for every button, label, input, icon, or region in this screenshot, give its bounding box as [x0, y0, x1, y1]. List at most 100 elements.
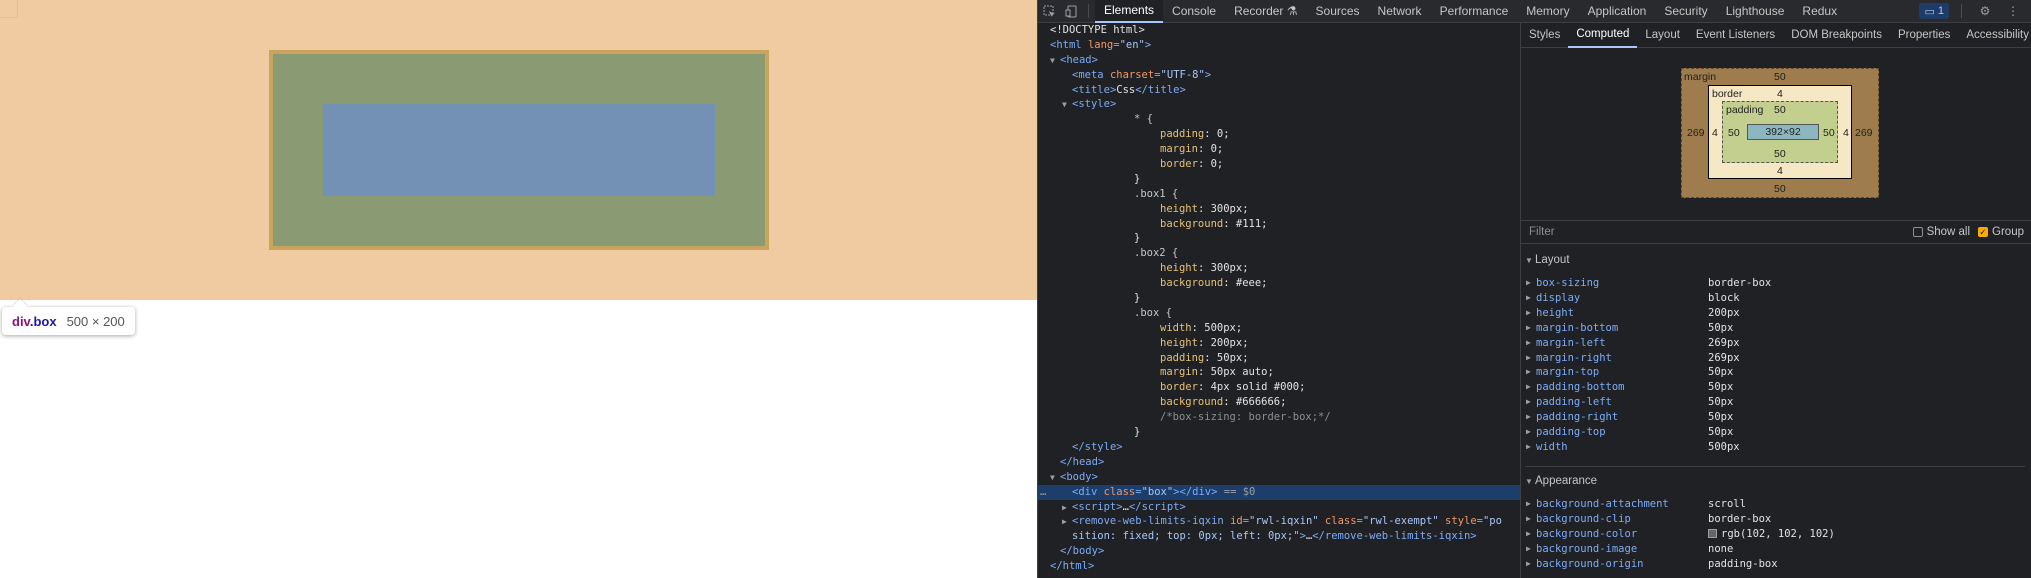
dom-line[interactable]: </body>	[1038, 544, 1520, 559]
dom-line[interactable]: </style>	[1038, 440, 1520, 455]
collapsed-triangle-icon[interactable]: ▶	[1526, 512, 1536, 527]
dom-line[interactable]: <!DOCTYPE html>	[1038, 23, 1520, 38]
computed-property-row[interactable]: ▶ height 200px	[1521, 306, 2031, 321]
tab-application[interactable]: Application	[1579, 0, 1656, 23]
tab-computed[interactable]: Computed	[1568, 23, 1638, 48]
margin-top-value[interactable]: 50	[1774, 71, 1786, 83]
padding-top-value[interactable]: 50	[1774, 104, 1786, 116]
show-all-checkbox[interactable]: Show all	[1912, 226, 1970, 238]
more-dots-icon[interactable]: …	[1040, 485, 1046, 500]
box-model-diagram[interactable]: margin 50 50 269 269 border 4 4 4 4 padd…	[1681, 68, 1879, 198]
expand-triangle-icon[interactable]: ▼	[1050, 471, 1060, 486]
collapsed-triangle-icon[interactable]: ▶	[1526, 336, 1536, 351]
filter-input[interactable]: Filter	[1521, 226, 1913, 238]
inspect-element-icon[interactable]	[1038, 0, 1060, 23]
collapsed-triangle-icon[interactable]: ▶	[1526, 351, 1536, 366]
computed-property-row[interactable]: ▶ background-image none	[1521, 542, 2031, 557]
computed-property-row[interactable]: ▶ box-sizing border-box	[1521, 276, 2031, 291]
expand-triangle-icon[interactable]: ▼	[1062, 98, 1072, 113]
collapsed-triangle-icon[interactable]: ▶	[1526, 276, 1536, 291]
collapsed-triangle-icon[interactable]: ▶	[1526, 306, 1536, 321]
appearance-section-header[interactable]: ▼ Appearance	[1521, 475, 1597, 487]
checkbox-unchecked-icon[interactable]	[1912, 227, 1923, 237]
tab-memory[interactable]: Memory	[1517, 0, 1578, 23]
issues-badge[interactable]: ▭ 1	[1919, 3, 1949, 19]
more-options-icon[interactable]: ⋮	[2002, 0, 2024, 23]
dom-line[interactable]: ▼ <head>	[1038, 53, 1520, 68]
computed-property-row[interactable]: ▶ background-color rgb(102, 102, 102)	[1521, 527, 2031, 542]
computed-property-row[interactable]: ▶ background-attachment scroll	[1521, 497, 2031, 512]
collapsed-triangle-icon[interactable]: ▶	[1526, 425, 1536, 440]
dom-line[interactable]: <html lang="en">	[1038, 38, 1520, 53]
border-top-value[interactable]: 4	[1777, 88, 1783, 100]
dom-line[interactable]: </html>	[1038, 559, 1520, 574]
dom-line[interactable]: <meta charset="UTF-8">	[1038, 68, 1520, 83]
dom-tree[interactable]: <!DOCTYPE html> <html lang="en"> ▼ <head>…	[1038, 23, 1521, 578]
computed-property-row[interactable]: ▶ padding-top 50px	[1521, 425, 2031, 440]
margin-left-value[interactable]: 269	[1687, 127, 1705, 139]
tab-styles[interactable]: Styles	[1521, 23, 1568, 48]
margin-right-value[interactable]: 269	[1855, 127, 1873, 139]
tab-performance[interactable]: Performance	[1431, 0, 1518, 23]
collapsed-triangle-icon[interactable]: ▶	[1526, 527, 1536, 542]
tab-recorder[interactable]: Recorder ⚗	[1225, 0, 1306, 23]
settings-gear-icon[interactable]: ⚙	[1974, 0, 1996, 23]
collapsed-triangle-icon[interactable]: ▶	[1526, 410, 1536, 425]
border-left-value[interactable]: 4	[1712, 127, 1718, 139]
computed-property-row[interactable]: ▶ padding-right 50px	[1521, 410, 2031, 425]
checkbox-checked-icon[interactable]: ✓	[1978, 227, 1989, 237]
computed-property-row[interactable]: ▶ display block	[1521, 291, 2031, 306]
page-viewport[interactable]: div.box 500 × 200	[0, 0, 1037, 578]
computed-property-row[interactable]: ▶ margin-bottom 50px	[1521, 321, 2031, 336]
tab-event-listeners[interactable]: Event Listeners	[1688, 23, 1783, 48]
computed-property-row[interactable]: ▶ width 500px	[1521, 440, 2031, 455]
computed-property-row[interactable]: ▶ padding-bottom 50px	[1521, 380, 2031, 395]
dom-line[interactable]: ▼ <body>	[1038, 470, 1520, 485]
computed-property-row[interactable]: ▶ padding-left 50px	[1521, 395, 2031, 410]
collapsed-triangle-icon[interactable]: ▶	[1526, 497, 1536, 512]
padding-bottom-value[interactable]: 50	[1774, 148, 1786, 160]
dom-line-selected[interactable]: … <div class="box"></div> == $0	[1038, 484, 1520, 500]
dom-line[interactable]: <title>Css</title>	[1038, 83, 1520, 98]
box-model-content[interactable]: 392×92	[1747, 124, 1819, 140]
dom-line-wrap[interactable]: sition: fixed; top: 0px; left: 0px;">…</…	[1038, 529, 1520, 544]
device-toolbar-icon[interactable]	[1060, 0, 1082, 23]
dom-line[interactable]: ▶ <remove-web-limits-iqxin id="rwl-iqxin"…	[1038, 514, 1520, 529]
margin-bottom-value[interactable]: 50	[1774, 183, 1786, 195]
tab-elements[interactable]: Elements	[1095, 0, 1164, 23]
padding-right-value[interactable]: 50	[1823, 127, 1835, 139]
computed-property-row[interactable]: ▶ margin-right 269px	[1521, 351, 2031, 366]
collapsed-triangle-icon[interactable]: ▶	[1526, 291, 1536, 306]
padding-left-value[interactable]: 50	[1728, 127, 1740, 139]
layout-section-header[interactable]: ▼ Layout	[1521, 254, 1570, 266]
color-swatch[interactable]	[1708, 528, 1717, 538]
collapsed-triangle-icon[interactable]: ▶	[1526, 365, 1536, 380]
dom-line[interactable]: ▼ <style>	[1038, 97, 1520, 112]
dom-line[interactable]: </head>	[1038, 455, 1520, 470]
tab-console[interactable]: Console	[1163, 0, 1225, 23]
tab-lighthouse[interactable]: Lighthouse	[1717, 0, 1794, 23]
collapsed-triangle-icon[interactable]: ▶	[1526, 380, 1536, 395]
computed-property-row[interactable]: ▶ margin-left 269px	[1521, 336, 2031, 351]
computed-property-row[interactable]: ▶ background-origin padding-box	[1521, 557, 2031, 572]
computed-property-row[interactable]: ▶ background-clip border-box	[1521, 512, 2031, 527]
collapsed-triangle-icon[interactable]: ▶	[1062, 515, 1072, 530]
collapsed-triangle-icon[interactable]: ▶	[1062, 501, 1072, 516]
tab-properties[interactable]: Properties	[1890, 23, 1958, 48]
tab-redux[interactable]: Redux	[1793, 0, 1846, 23]
collapsed-triangle-icon[interactable]: ▶	[1526, 542, 1536, 557]
border-right-value[interactable]: 4	[1843, 127, 1849, 139]
tab-network[interactable]: Network	[1369, 0, 1431, 23]
collapsed-triangle-icon[interactable]: ▶	[1526, 321, 1536, 336]
collapsed-triangle-icon[interactable]: ▶	[1526, 440, 1536, 455]
tab-sources[interactable]: Sources	[1307, 0, 1369, 23]
collapsed-triangle-icon[interactable]: ▶	[1526, 395, 1536, 410]
border-bottom-value[interactable]: 4	[1777, 165, 1783, 177]
expand-triangle-icon[interactable]: ▼	[1050, 54, 1060, 69]
tab-accessibility[interactable]: Accessibility	[1958, 23, 2031, 48]
tab-layout[interactable]: Layout	[1637, 23, 1688, 48]
collapsed-triangle-icon[interactable]: ▶	[1526, 557, 1536, 572]
tab-security[interactable]: Security	[1655, 0, 1716, 23]
group-checkbox[interactable]: ✓ Group	[1978, 226, 2024, 238]
tab-dom-breakpoints[interactable]: DOM Breakpoints	[1783, 23, 1890, 48]
